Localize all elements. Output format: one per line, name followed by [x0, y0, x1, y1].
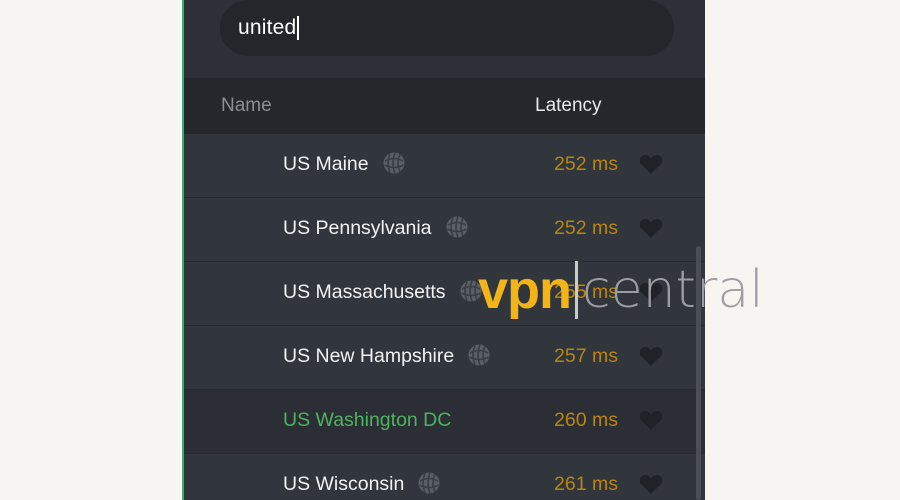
server-latency: 261 ms: [554, 473, 618, 495]
search-input-value: united: [238, 16, 297, 39]
column-header-latency[interactable]: Latency: [535, 95, 602, 117]
server-latency: 260 ms: [554, 409, 618, 431]
server-row[interactable]: US Pennsylvania 252 ms: [184, 198, 705, 262]
globe-icon: [418, 472, 440, 494]
text-caret: [297, 16, 299, 40]
server-row[interactable]: US New Hampshire 257 ms: [184, 326, 705, 390]
server-name: US Pennsylvania: [283, 217, 432, 239]
heart-icon[interactable]: [638, 344, 664, 368]
server-latency: 252 ms: [554, 153, 618, 175]
server-row[interactable]: US Massachusetts 255 ms: [184, 262, 705, 326]
server-latency: 252 ms: [554, 217, 618, 239]
heart-icon[interactable]: [638, 216, 664, 240]
server-name: US Massachusetts: [283, 281, 446, 303]
globe-icon: [383, 152, 405, 174]
server-list-panel: united Name Latency US Maine 252 ms US P…: [182, 0, 705, 500]
server-name: US Washington DC: [283, 409, 452, 431]
globe-icon: [468, 344, 490, 366]
search-area: united: [184, 0, 705, 78]
server-name: US Maine: [283, 153, 369, 175]
server-latency: 257 ms: [554, 345, 618, 367]
heart-icon[interactable]: [638, 472, 664, 496]
server-row[interactable]: US Maine 252 ms: [184, 134, 705, 198]
globe-icon: [460, 280, 482, 302]
globe-icon: [446, 216, 467, 238]
server-list: US Maine 252 ms US Pennsylvania 252 ms U…: [184, 134, 705, 500]
server-latency: 255 ms: [554, 281, 618, 303]
server-row[interactable]: US Wisconsin 261 ms: [184, 454, 705, 500]
scrollbar[interactable]: [696, 246, 701, 500]
list-header: Name Latency: [184, 78, 705, 134]
search-input[interactable]: united: [220, 0, 674, 56]
server-row-connected[interactable]: US Washington DC 260 ms: [184, 390, 705, 454]
heart-icon[interactable]: [638, 280, 664, 304]
server-name: US Wisconsin: [283, 473, 405, 495]
heart-icon[interactable]: [638, 408, 664, 432]
server-name: US New Hampshire: [283, 345, 455, 367]
heart-icon[interactable]: [638, 152, 664, 176]
column-header-name[interactable]: Name: [221, 95, 272, 117]
